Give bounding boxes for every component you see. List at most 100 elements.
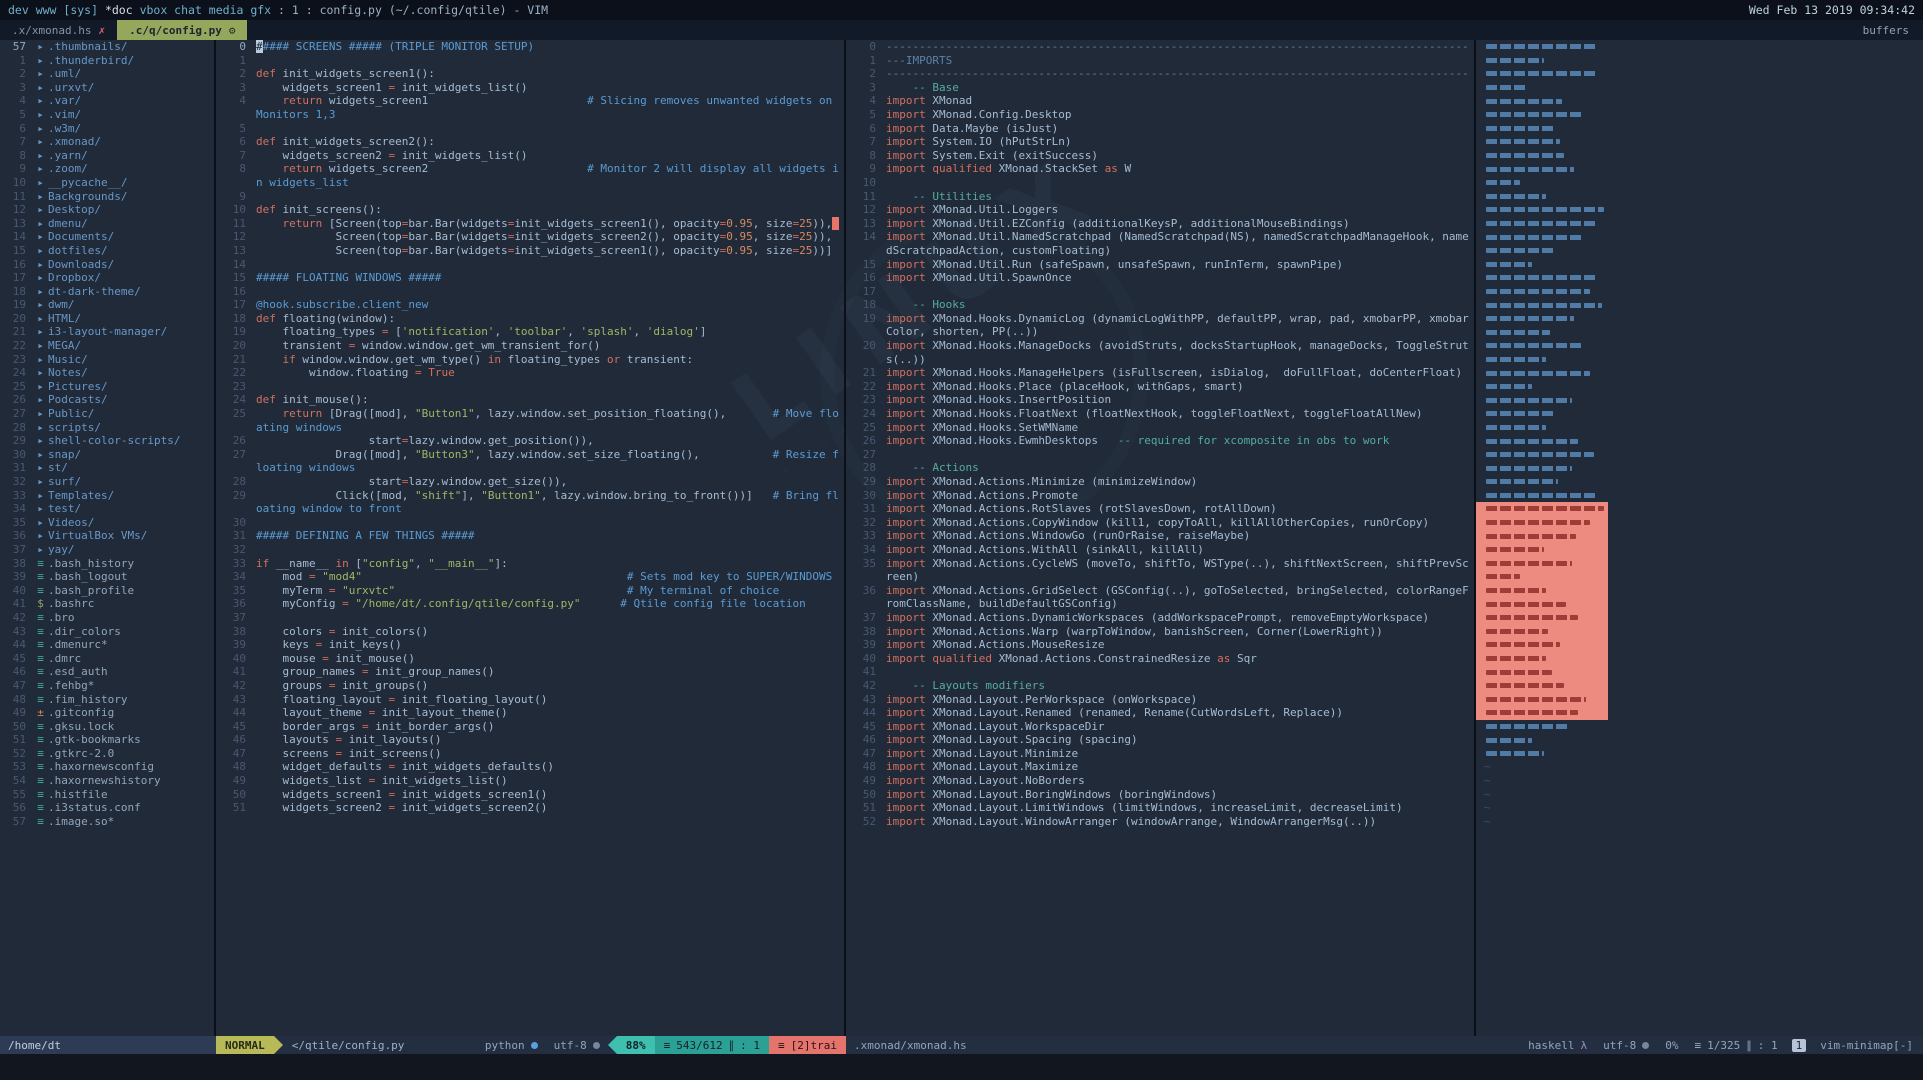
tree-item[interactable]: 47≡.fehbg* <box>0 679 214 693</box>
tree-item[interactable]: 39≡.bash_logout <box>0 570 214 584</box>
tree-item[interactable]: 19▸dwm/ <box>0 298 214 312</box>
code-line[interactable]: 11 return [Screen(top=bar.Bar(widgets=in… <box>216 217 844 231</box>
code-line[interactable]: 16import XMonad.Util.SpawnOnce <box>846 271 1474 285</box>
code-line[interactable]: 33import XMonad.Actions.WindowGo (runOrR… <box>846 529 1474 543</box>
code-line[interactable]: 44import XMonad.Layout.Renamed (renamed,… <box>846 706 1474 720</box>
tree-item[interactable]: 56≡.i3status.conf <box>0 801 214 815</box>
tree-item[interactable]: 23▸Music/ <box>0 353 214 367</box>
tree-item[interactable]: 44≡.dmenurc* <box>0 638 214 652</box>
code-line[interactable]: 3 -- Base <box>846 81 1474 95</box>
code-line[interactable]: 46import XMonad.Layout.Spacing (spacing) <box>846 733 1474 747</box>
code-line[interactable]: 27 <box>846 448 1474 462</box>
tree-item[interactable]: 15▸dotfiles/ <box>0 244 214 258</box>
code-line[interactable]: 12 Screen(top=bar.Bar(widgets=init_widge… <box>216 230 844 244</box>
code-line[interactable]: 48import XMonad.Layout.Maximize <box>846 760 1474 774</box>
code-line[interactable]: 5 <box>216 122 844 136</box>
code-line[interactable]: 49import XMonad.Layout.NoBorders <box>846 774 1474 788</box>
code-line[interactable]: 2def init_widgets_screen1(): <box>216 67 844 81</box>
code-line[interactable]: 29import XMonad.Actions.Minimize (minimi… <box>846 475 1474 489</box>
code-line[interactable]: 21import XMonad.Hooks.ManageHelpers (isF… <box>846 366 1474 380</box>
minimap-viewport-row[interactable] <box>1476 529 1923 543</box>
minimap-viewport-row[interactable] <box>1476 597 1923 611</box>
code-line[interactable]: 24import XMonad.Hooks.FloatNext (floatNe… <box>846 407 1474 421</box>
tree-item[interactable]: 14▸Documents/ <box>0 230 214 244</box>
code-line[interactable]: 22 window.floating = True <box>216 366 844 380</box>
minimap-viewport-row[interactable] <box>1476 502 1923 516</box>
minimap-row[interactable] <box>1476 40 1923 54</box>
code-line[interactable]: 6def init_widgets_screen2(): <box>216 135 844 149</box>
tree-item[interactable]: 36▸VirtualBox VMs/ <box>0 529 214 543</box>
code-line[interactable]: 32 <box>216 543 844 557</box>
tree-item[interactable]: 13▸dmenu/ <box>0 217 214 231</box>
code-line[interactable]: 45import XMonad.Layout.WorkspaceDir <box>846 720 1474 734</box>
tree-item[interactable]: 16▸Downloads/ <box>0 258 214 272</box>
code-line[interactable]: 38import XMonad.Actions.Warp (warpToWind… <box>846 625 1474 639</box>
minimap-row[interactable] <box>1476 258 1923 272</box>
minimap-row[interactable] <box>1476 203 1923 217</box>
minimap-viewport-row[interactable] <box>1476 570 1923 584</box>
code-line[interactable]: 32import XMonad.Actions.CopyWindow (kill… <box>846 516 1474 530</box>
minimap-row[interactable] <box>1476 366 1923 380</box>
minimap-row[interactable] <box>1476 325 1923 339</box>
tree-item[interactable]: 57▸.thumbnails/ <box>0 40 214 54</box>
code-line[interactable]: 41 <box>846 665 1474 679</box>
minimap-row[interactable] <box>1476 149 1923 163</box>
tree-item[interactable]: 3▸.urxvt/ <box>0 81 214 95</box>
minimap-row[interactable] <box>1476 353 1923 367</box>
minimap-viewport-row[interactable] <box>1476 693 1923 707</box>
code-line[interactable]: 25 return [Drag([mod], "Button1", lazy.w… <box>216 407 844 434</box>
tree-item[interactable]: 49±.gitconfig <box>0 706 214 720</box>
code-line[interactable]: 51 widgets_screen2 = init_widgets_screen… <box>216 801 844 815</box>
minimap-row[interactable] <box>1476 190 1923 204</box>
code-line[interactable]: 33if __name__ in ["config", "__main__"]: <box>216 557 844 571</box>
code-line[interactable]: 31##### DEFINING A FEW THINGS ##### <box>216 529 844 543</box>
code-line[interactable]: 34import XMonad.Actions.WithAll (sinkAll… <box>846 543 1474 557</box>
tmux-window-item[interactable]: dev www <box>8 3 63 17</box>
code-line[interactable]: 47 screens = init_screens() <box>216 747 844 761</box>
tree-item[interactable]: 57≡.image.so* <box>0 815 214 829</box>
tree-item[interactable]: 17▸Dropbox/ <box>0 271 214 285</box>
tree-item[interactable]: 45≡.dmrc <box>0 652 214 666</box>
code-line[interactable]: 37import XMonad.Actions.DynamicWorkspace… <box>846 611 1474 625</box>
code-line[interactable]: 45 border_args = init_border_args() <box>216 720 844 734</box>
code-line[interactable]: 35 myTerm = "urxvtc" # My terminal of ch… <box>216 584 844 598</box>
code-line[interactable]: 38 colors = init_colors() <box>216 625 844 639</box>
config-py-pane[interactable]: 0##### SCREENS ##### (TRIPLE MONITOR SET… <box>216 40 846 1036</box>
tree-item[interactable]: 50≡.gksu.lock <box>0 720 214 734</box>
code-line[interactable]: 27 Drag([mod], "Button3", lazy.window.se… <box>216 448 844 475</box>
tree-item[interactable]: 10▸__pycache__/ <box>0 176 214 190</box>
code-line[interactable]: 2---------------------------------------… <box>846 67 1474 81</box>
vim-command-line[interactable] <box>0 1054 1923 1080</box>
tmux-window-item[interactable]: *doc <box>105 3 140 17</box>
code-line[interactable]: 13 Screen(top=bar.Bar(widgets=init_widge… <box>216 244 844 258</box>
code-line[interactable]: 10 <box>846 176 1474 190</box>
code-line[interactable]: 22import XMonad.Hooks.Place (placeHook, … <box>846 380 1474 394</box>
code-line[interactable]: 20import XMonad.Hooks.ManageDocks (avoid… <box>846 339 1474 366</box>
code-line[interactable]: 44 layout_theme = init_layout_theme() <box>216 706 844 720</box>
code-line[interactable]: 49 widgets_list = init_widgets_list() <box>216 774 844 788</box>
code-line[interactable]: 14 <box>216 258 844 272</box>
tree-item[interactable]: 54≡.haxornewshistory <box>0 774 214 788</box>
code-line[interactable]: 43 floating_layout = init_floating_layou… <box>216 693 844 707</box>
code-line[interactable]: 47import XMonad.Layout.Minimize <box>846 747 1474 761</box>
code-line[interactable]: 14import XMonad.Util.NamedScratchpad (Na… <box>846 230 1474 257</box>
tree-item[interactable]: 6▸.w3m/ <box>0 122 214 136</box>
code-line[interactable]: 29 Click([mod, "shift"], "Button1", lazy… <box>216 489 844 516</box>
code-line[interactable]: 30 <box>216 516 844 530</box>
code-line[interactable]: 3 widgets_screen1 = init_widgets_list() <box>216 81 844 95</box>
tree-item[interactable]: 42≡.bro <box>0 611 214 625</box>
code-line[interactable]: 36import XMonad.Actions.GridSelect (GSCo… <box>846 584 1474 611</box>
code-line[interactable]: 52import XMonad.Layout.WindowArranger (w… <box>846 815 1474 829</box>
code-line[interactable]: 1 <box>216 54 844 68</box>
minimap-row[interactable] <box>1476 421 1923 435</box>
minimap-row[interactable] <box>1476 94 1923 108</box>
tree-item[interactable]: 8▸.yarn/ <box>0 149 214 163</box>
tree-item[interactable]: 37▸yay/ <box>0 543 214 557</box>
tree-item[interactable]: 48≡.fim_history <box>0 693 214 707</box>
code-line[interactable]: 46 layouts = init_layouts() <box>216 733 844 747</box>
minimap-pane[interactable]: ~~~~~ <box>1476 40 1923 1036</box>
code-line[interactable]: 7import System.IO (hPutStrLn) <box>846 135 1474 149</box>
code-line[interactable]: 9import qualified XMonad.StackSet as W <box>846 162 1474 176</box>
code-line[interactable]: 25import XMonad.Hooks.SetWMName <box>846 421 1474 435</box>
code-line[interactable]: 36 myConfig = "/home/dt/.config/qtile/co… <box>216 597 844 611</box>
